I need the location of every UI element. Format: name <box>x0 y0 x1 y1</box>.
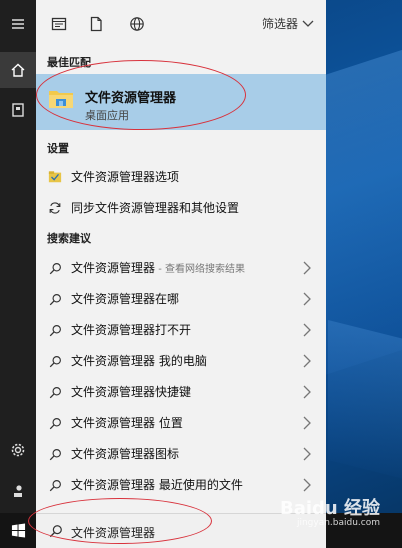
chevron-right-icon[interactable] <box>302 323 312 337</box>
chevron-right-icon[interactable] <box>302 447 312 461</box>
search-icon <box>47 322 63 338</box>
suggestion-label: 文件资源管理器 最近使用的文件 <box>71 478 243 492</box>
search-input[interactable]: 文件资源管理器 <box>71 524 155 541</box>
filter-dropdown[interactable]: 筛选器 <box>262 15 314 32</box>
best-match-subtitle: 桌面应用 <box>85 109 129 122</box>
suggestion-text: 文件资源管理器 - 查看网络搜索结果 <box>71 259 245 276</box>
app-window-icon <box>51 17 67 31</box>
search-icon <box>47 415 63 431</box>
notebook-button[interactable] <box>0 92 36 128</box>
chevron-right-icon[interactable] <box>302 478 312 492</box>
home-button[interactable] <box>0 52 36 88</box>
suggestions-heading: 搜索建议 <box>47 232 91 245</box>
search-icon <box>47 291 63 307</box>
settings-button[interactable] <box>0 432 36 468</box>
hamburger-icon <box>12 19 24 29</box>
suggestion-item[interactable]: 文件资源管理器打不开 <box>36 314 326 345</box>
chevron-right-icon[interactable] <box>302 292 312 306</box>
settings-item-label: 文件资源管理器选项 <box>71 170 180 184</box>
start-rail <box>0 0 36 513</box>
watermark-text: Baidu 经验 <box>280 498 381 519</box>
chevron-right-icon[interactable] <box>302 354 312 368</box>
best-match-title: 文件资源管理器 <box>85 91 177 106</box>
suggestion-label: 文件资源管理器 <box>71 261 156 275</box>
feedback-button[interactable] <box>0 473 36 509</box>
search-icon <box>47 384 63 400</box>
settings-item-sync[interactable]: 同步文件资源管理器和其他设置 <box>36 192 326 223</box>
search-results-panel: 筛选器 最佳匹配 文件资源管理器 桌面应用 设置 文件资源管理器选项 同步文件资… <box>36 0 326 513</box>
search-icon <box>47 353 63 369</box>
suggestion-label: 文件资源管理器在哪 <box>71 292 180 306</box>
chevron-right-icon[interactable] <box>302 416 312 430</box>
chevron-right-icon[interactable] <box>302 261 312 275</box>
suggestion-hint: - 查看网络搜索结果 <box>155 264 245 275</box>
notebook-icon <box>12 103 24 117</box>
windows-logo-icon <box>11 523 25 538</box>
watermark-url: jingyan.baidu.com <box>296 518 381 528</box>
suggestion-item[interactable]: 文件资源管理器图标 <box>36 438 326 469</box>
best-match-result[interactable]: 文件资源管理器 桌面应用 <box>36 74 326 130</box>
suggestion-label: 文件资源管理器 我的电脑 <box>71 354 207 368</box>
document-icon <box>90 16 102 32</box>
chevron-right-icon[interactable] <box>302 385 312 399</box>
suggestion-item[interactable]: 文件资源管理器 我的电脑 <box>36 345 326 376</box>
baidu-watermark: Baidu 经验 jingyan.baidu.com <box>280 494 380 528</box>
settings-item-folder-options[interactable]: 文件资源管理器选项 <box>36 161 326 192</box>
search-icon <box>47 477 63 493</box>
documents-filter-button[interactable] <box>86 14 106 34</box>
sync-icon <box>47 200 63 216</box>
search-icon <box>47 260 63 276</box>
suggestion-item[interactable]: 文件资源管理器快捷键 <box>36 376 326 407</box>
suggestion-item[interactable]: 文件资源管理器 - 查看网络搜索结果 <box>36 252 326 283</box>
settings-item-label: 同步文件资源管理器和其他设置 <box>71 201 240 215</box>
search-icon <box>47 446 63 462</box>
suggestion-label: 文件资源管理器快捷键 <box>71 385 192 399</box>
search-icon <box>49 525 62 538</box>
web-filter-button[interactable] <box>127 14 147 34</box>
suggestion-label: 文件资源管理器 位置 <box>71 416 183 430</box>
apps-filter-button[interactable] <box>49 14 69 34</box>
best-match-heading: 最佳匹配 <box>47 56 91 69</box>
suggestion-label: 文件资源管理器打不开 <box>71 323 192 337</box>
person-icon <box>14 485 22 497</box>
home-icon <box>11 63 25 77</box>
chevron-down-icon <box>302 20 314 27</box>
globe-icon <box>130 17 144 31</box>
suggestion-item[interactable]: 文件资源管理器在哪 <box>36 283 326 314</box>
folder-options-icon <box>47 169 63 185</box>
hamburger-menu-button[interactable] <box>0 6 36 42</box>
gear-icon <box>11 443 25 457</box>
suggestion-item[interactable]: 文件资源管理器 位置 <box>36 407 326 438</box>
settings-heading: 设置 <box>47 142 69 155</box>
results-toolbar: 筛选器 <box>36 0 326 48</box>
suggestion-label: 文件资源管理器图标 <box>71 447 180 461</box>
filter-label: 筛选器 <box>261 17 298 31</box>
file-explorer-icon <box>49 91 73 108</box>
start-button[interactable] <box>0 513 36 548</box>
